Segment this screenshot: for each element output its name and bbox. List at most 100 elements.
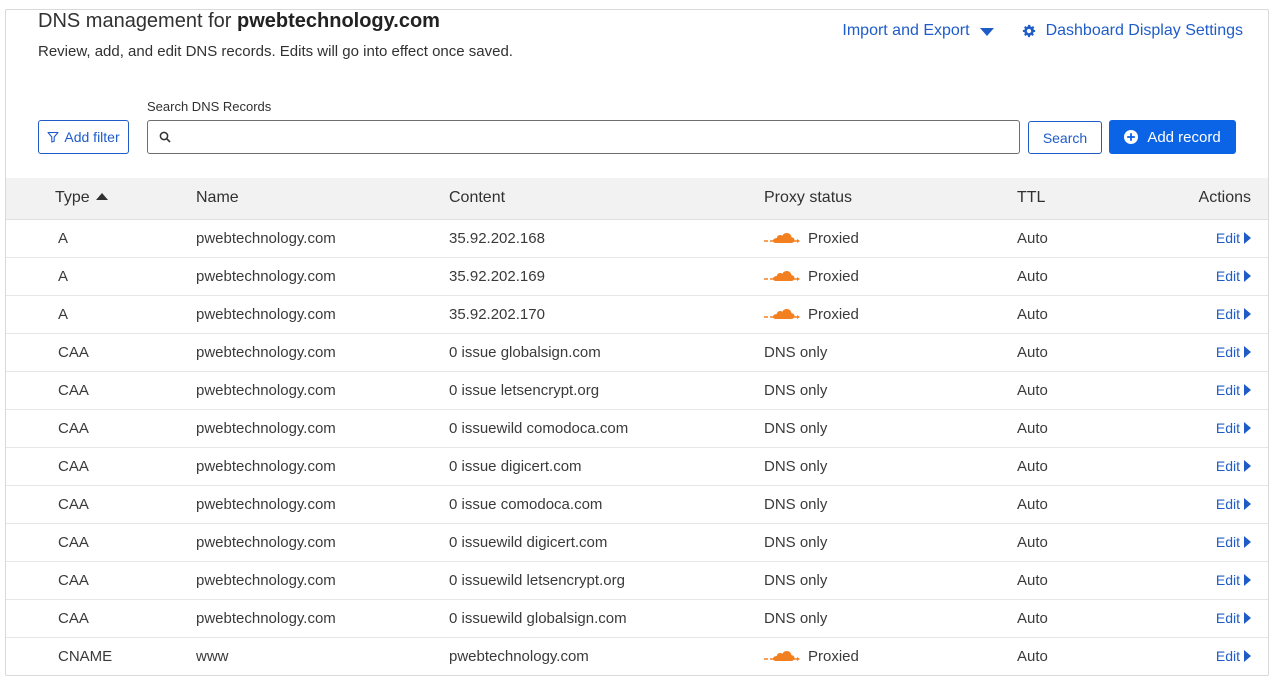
edit-record-button[interactable]: Edit xyxy=(1216,534,1251,550)
record-type: A xyxy=(58,267,69,285)
proxy-status-label: Proxied xyxy=(808,647,859,665)
proxy-status-label: Proxied xyxy=(808,229,859,247)
record-content: 0 issue digicert.com xyxy=(449,457,582,475)
table-row: CAA pwebtechnology.com 0 issuewild letsenc… xyxy=(6,561,1268,599)
record-name: pwebtechnology.com xyxy=(196,229,336,247)
column-header-type[interactable]: Type xyxy=(6,178,196,219)
record-proxy-cell: Proxied xyxy=(764,257,1017,295)
table-row: CAA pwebtechnology.com 0 issue globalsign.… xyxy=(6,333,1268,371)
add-filter-button[interactable]: Add filter xyxy=(38,120,129,154)
orange-cloud-icon xyxy=(764,649,800,663)
column-header-content: Content xyxy=(449,189,506,207)
record-actions: Edit xyxy=(1197,523,1268,561)
record-proxy-cell: Proxied xyxy=(764,295,1017,333)
proxy-status-label: DNS only xyxy=(764,495,828,513)
edit-label: Edit xyxy=(1215,457,1240,474)
edit-record-button[interactable]: Edit xyxy=(1216,648,1251,664)
edit-record-button[interactable]: Edit xyxy=(1216,268,1251,284)
edit-record-button[interactable]: Edit xyxy=(1216,420,1251,436)
proxy-status-label: DNS only xyxy=(764,533,828,551)
record-ttl: Auto xyxy=(1017,457,1048,475)
chevron-right-icon xyxy=(1244,269,1251,282)
record-name: pwebtechnology.com xyxy=(196,571,336,589)
proxy-status: Proxied xyxy=(764,230,1017,247)
record-content: 0 issue letsencrypt.org xyxy=(449,381,600,399)
search-input[interactable] xyxy=(178,121,1012,155)
record-ttl: Auto xyxy=(1017,419,1048,437)
search-button[interactable]: Search xyxy=(1028,121,1102,154)
edit-record-button[interactable]: Edit xyxy=(1216,458,1251,474)
chevron-right-icon xyxy=(1244,497,1251,510)
proxy-status-label: DNS only xyxy=(764,343,828,361)
column-header-proxy-status: Proxy status xyxy=(764,189,853,207)
record-proxy-cell: DNS only xyxy=(764,561,1017,599)
chevron-right-icon xyxy=(1244,345,1251,358)
search-field[interactable] xyxy=(147,120,1020,155)
proxy-status-label: DNS only xyxy=(764,457,828,475)
chevron-right-icon xyxy=(1244,231,1251,244)
table-row: CAA pwebtechnology.com 0 issue comodoca.co… xyxy=(6,485,1268,523)
record-type: CAA xyxy=(58,343,89,361)
record-proxy-cell: DNS only xyxy=(764,409,1017,447)
record-type: A xyxy=(58,229,69,247)
record-ttl: Auto xyxy=(1017,305,1048,323)
chevron-right-icon xyxy=(1244,573,1251,586)
record-proxy-cell: Proxied xyxy=(764,637,1017,675)
dns-records-table: Type Name Content Proxy status TTL Actio… xyxy=(6,178,1268,675)
edit-record-button[interactable]: Edit xyxy=(1216,230,1251,246)
title-prefix: DNS management for xyxy=(38,10,232,32)
column-header-ttl: TTL xyxy=(1017,189,1046,207)
record-actions: Edit xyxy=(1197,257,1268,295)
dashboard-display-settings-link[interactable]: Dashboard Display Settings xyxy=(1022,22,1243,40)
edit-label: Edit xyxy=(1215,609,1240,626)
record-name: pwebtechnology.com xyxy=(196,457,336,475)
record-actions: Edit xyxy=(1197,295,1268,333)
proxy-status: Proxied xyxy=(764,306,1017,323)
edit-record-button[interactable]: Edit xyxy=(1216,382,1251,398)
record-ttl: Auto xyxy=(1017,571,1048,589)
record-type: CNAME xyxy=(58,647,113,665)
record-name: pwebtechnology.com xyxy=(196,267,336,285)
chevron-down-icon xyxy=(979,28,994,36)
edit-record-button[interactable]: Edit xyxy=(1216,344,1251,360)
record-ttl: Auto xyxy=(1017,229,1048,247)
record-name: pwebtechnology.com xyxy=(196,381,336,399)
search-label: Search DNS Records xyxy=(147,99,272,114)
edit-record-button[interactable]: Edit xyxy=(1216,572,1251,588)
record-name: pwebtechnology.com xyxy=(196,419,336,437)
proxy-status: Proxied xyxy=(764,648,1017,665)
plus-circle-icon xyxy=(1124,130,1139,144)
chevron-right-icon xyxy=(1244,421,1251,434)
edit-record-button[interactable]: Edit xyxy=(1216,306,1251,322)
record-name: www xyxy=(196,647,229,665)
record-type: CAA xyxy=(58,381,89,399)
edit-label: Edit xyxy=(1215,495,1240,512)
proxy-status-label: Proxied xyxy=(808,267,859,285)
edit-record-button[interactable]: Edit xyxy=(1216,610,1251,626)
record-ttl: Auto xyxy=(1017,533,1048,551)
record-actions: Edit xyxy=(1197,485,1268,523)
record-type: CAA xyxy=(58,533,89,551)
record-ttl: Auto xyxy=(1017,267,1048,285)
edit-label: Edit xyxy=(1215,305,1240,322)
record-actions: Edit xyxy=(1197,599,1268,637)
record-content: 0 issue comodoca.com xyxy=(449,495,603,513)
import-export-dropdown[interactable]: Import and Export xyxy=(842,22,994,40)
record-actions: Edit xyxy=(1197,333,1268,371)
record-actions: Edit xyxy=(1197,371,1268,409)
record-name: pwebtechnology.com xyxy=(196,609,336,627)
edit-record-button[interactable]: Edit xyxy=(1216,496,1251,512)
record-ttl: Auto xyxy=(1017,609,1048,627)
orange-cloud-icon xyxy=(764,231,800,245)
sort-ascending-icon xyxy=(95,193,108,201)
edit-label: Edit xyxy=(1215,267,1240,284)
proxy-status-label: DNS only xyxy=(764,381,828,399)
chevron-right-icon xyxy=(1244,535,1251,548)
column-header-actions: Actions xyxy=(1198,189,1251,207)
add-record-button[interactable]: Add record xyxy=(1109,120,1236,154)
table-row: Apwebtechnology.com 35.92.202.170 Proxied A… xyxy=(6,295,1268,333)
table-row: CNAME www pwebtechnology.com Proxied Auto Edi… xyxy=(6,637,1268,675)
record-ttl: Auto xyxy=(1017,381,1048,399)
record-actions: Edit xyxy=(1197,561,1268,599)
record-type: CAA xyxy=(58,609,89,627)
